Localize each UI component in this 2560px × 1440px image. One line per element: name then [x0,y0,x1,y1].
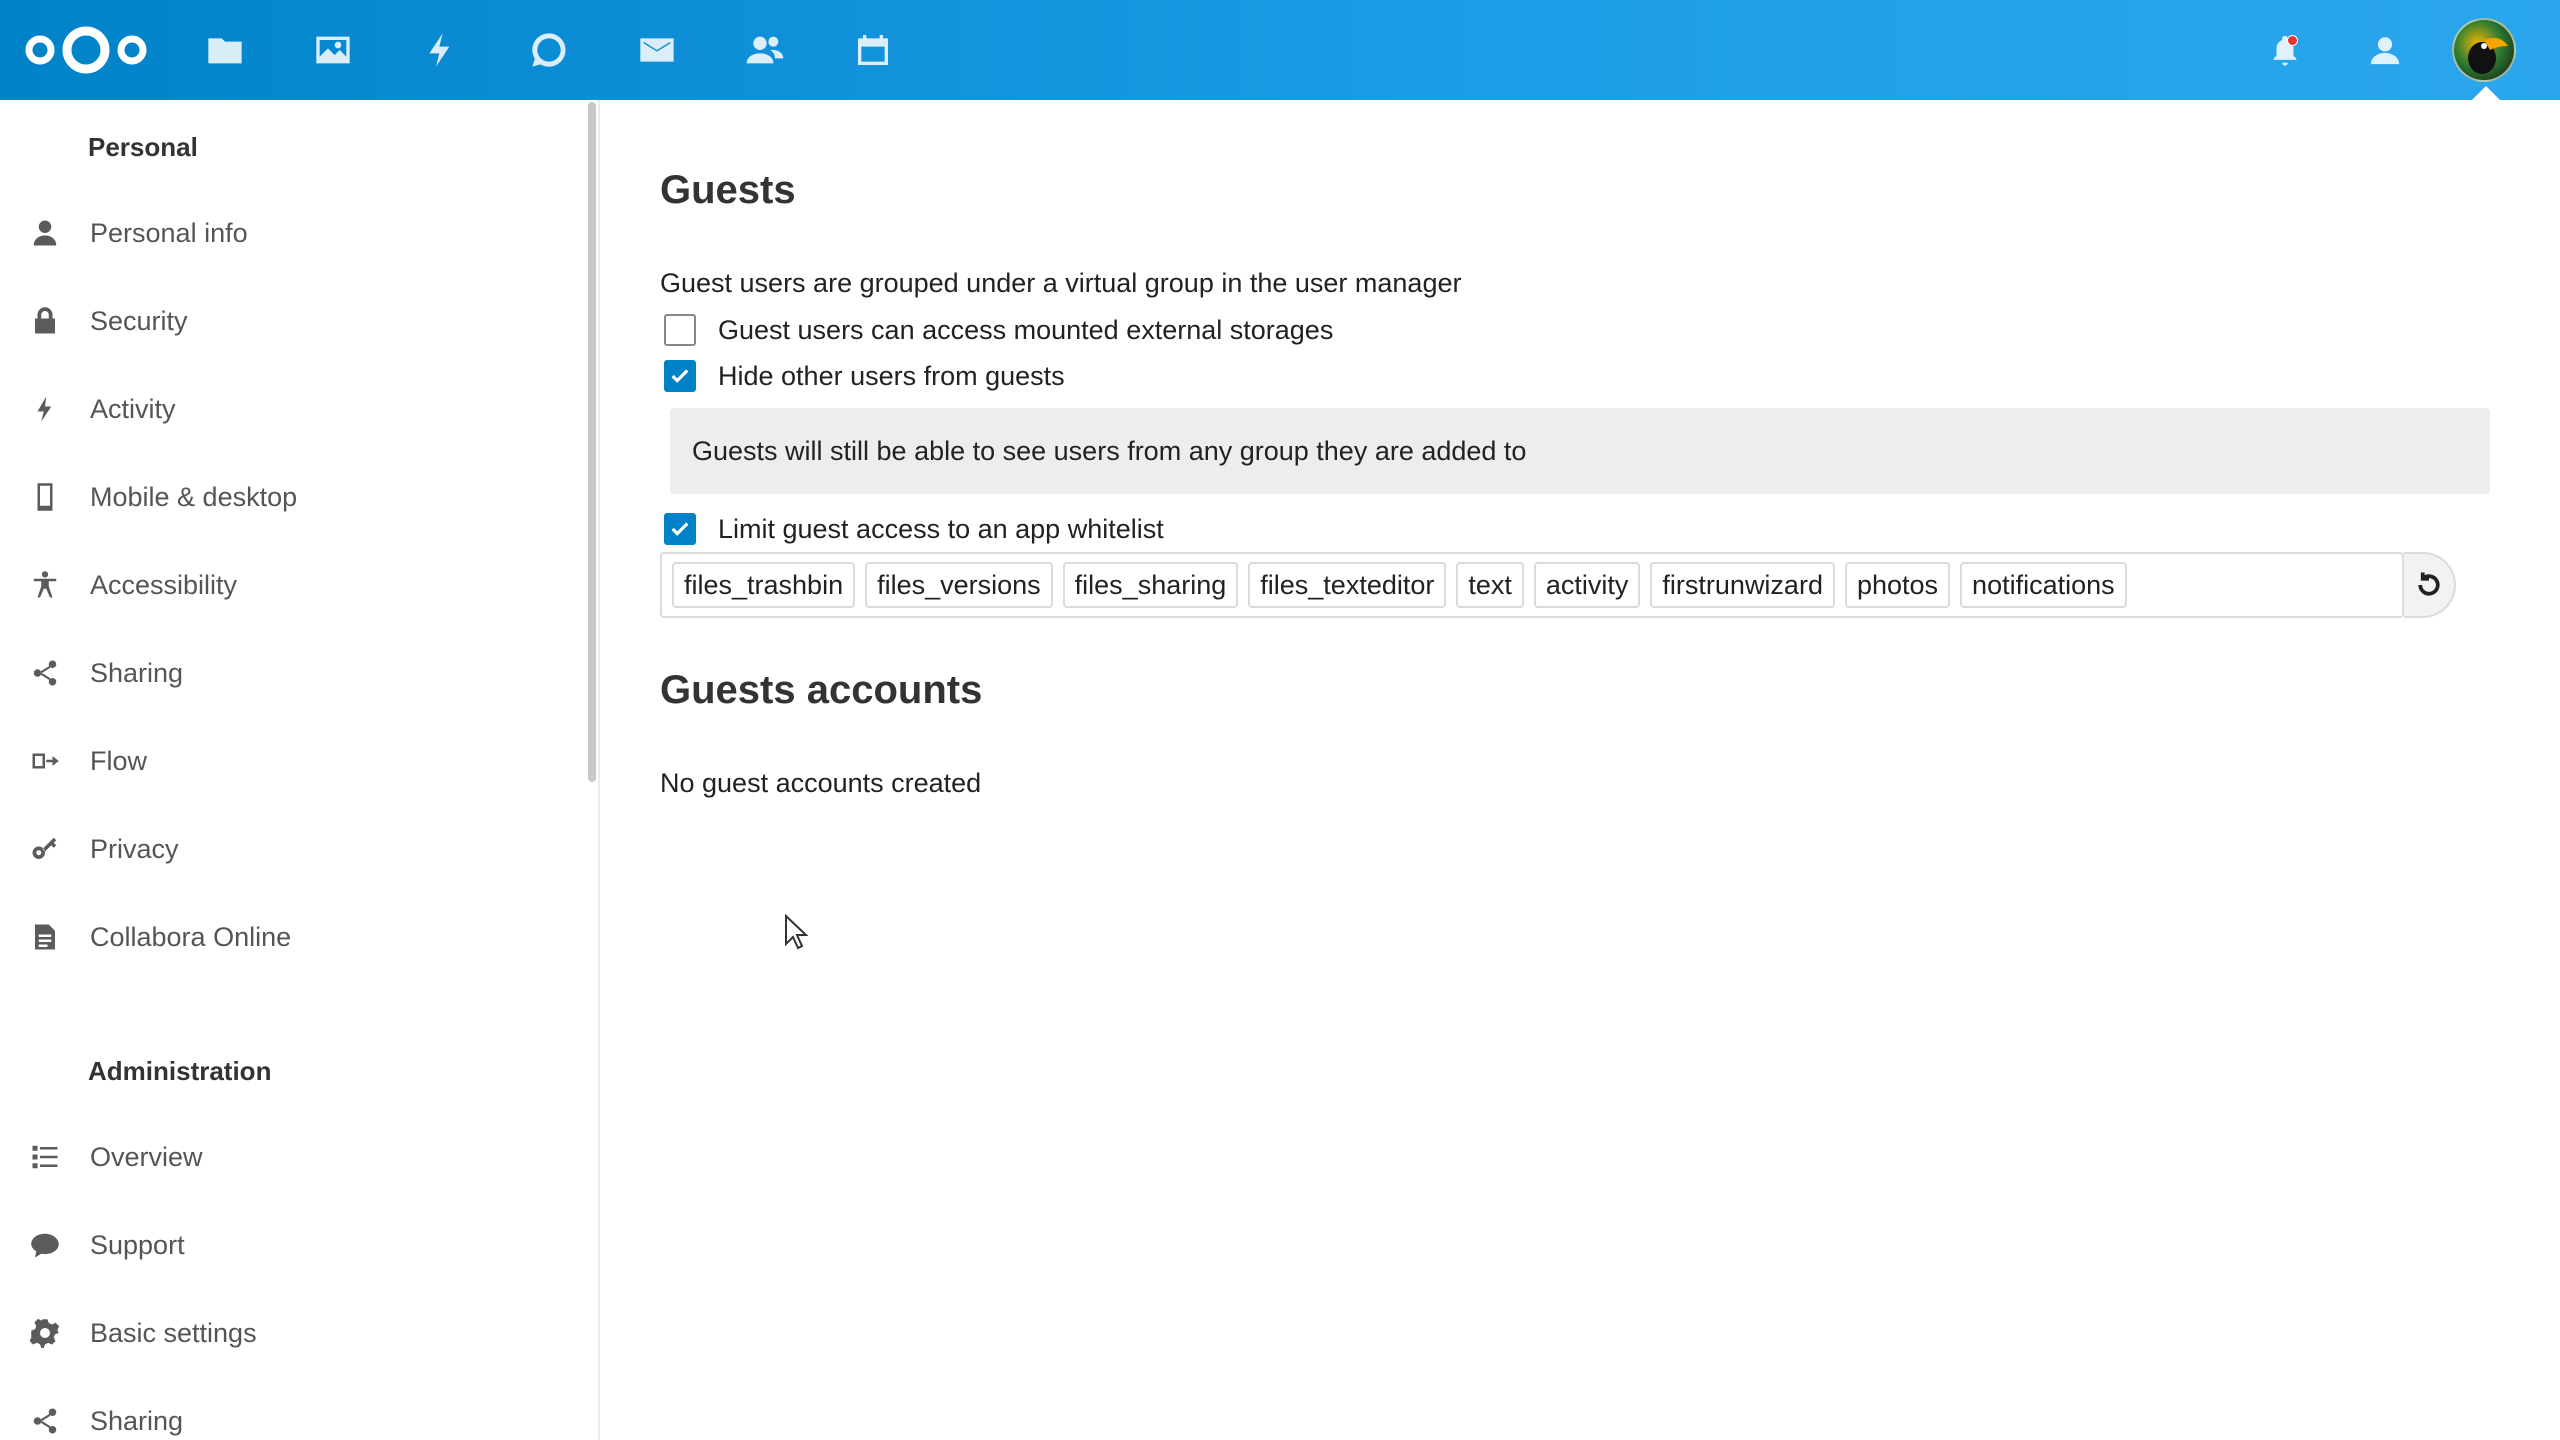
whitelist-tag[interactable]: firstrunwizard [1650,562,1835,608]
list-icon [0,1142,90,1172]
external-storage-checkbox[interactable] [664,314,696,346]
sidebar-item-security[interactable]: Security [0,281,580,361]
personal-heading: Personal [88,132,198,162]
mouse-pointer-icon [785,914,808,950]
sidebar-item-label: Activity [90,393,176,424]
contacts-icon[interactable] [740,25,790,75]
whitelist-tag[interactable]: activity [1533,562,1641,608]
key-icon [0,834,90,864]
sidebar-item-support[interactable]: Support [0,1205,580,1285]
flow-icon [0,746,90,776]
no-guest-accounts-text: No guest accounts created [660,768,982,798]
sidebar-item-label: Privacy [90,833,179,864]
activity-icon[interactable] [416,25,466,75]
sidebar-item-label: Flow [90,745,148,776]
sidebar-item-flow[interactable]: Flow [0,721,580,801]
external-storage-label: Guest users can access mounted external … [718,314,1334,345]
sidebar-item-label: Basic settings [90,1317,257,1348]
whitelist-tag[interactable]: notifications [1960,562,2127,608]
hide-users-checkbox[interactable] [664,360,696,392]
share-icon [0,658,90,688]
files-icon[interactable] [200,25,250,75]
hide-users-label: Hide other users from guests [718,360,1065,391]
app-whitelist-input[interactable]: files_trashbin files_versions files_shar… [660,552,2404,618]
top-header [0,0,2560,100]
administration-heading: Administration [88,1056,272,1086]
accessibility-icon [0,570,90,600]
guests-title: Guests [660,168,796,212]
sidebar-item-basic-settings[interactable]: Basic settings [0,1293,580,1373]
reset-whitelist-button[interactable] [2404,552,2456,618]
whitelist-tag[interactable]: files_texteditor [1248,562,1447,608]
sidebar-item-label: Sharing [90,1405,184,1436]
guests-description: Guest users are grouped under a virtual … [660,268,1462,298]
app-whitelist-label: Limit guest access to an app whitelist [718,513,1164,544]
notifications-bell-icon[interactable] [2260,25,2310,75]
sidebar-item-collabora-online[interactable]: Collabora Online [0,897,580,977]
gear-icon [0,1318,90,1348]
checkmark-icon [671,369,689,383]
nextcloud-logo[interactable] [22,22,150,78]
sidebar-item-accessibility[interactable]: Accessibility [0,545,580,625]
document-icon [0,922,90,952]
chat-bubble-icon [0,1230,90,1260]
sidebar-item-label: Personal info [90,217,248,248]
external-storage-option[interactable]: Guest users can access mounted external … [664,312,1333,348]
photos-icon[interactable] [308,25,358,75]
hide-users-option[interactable]: Hide other users from guests [664,358,1065,394]
user-avatar[interactable] [2452,18,2516,82]
whitelist-tag[interactable]: text [1456,562,1524,608]
share-icon [0,1406,90,1436]
sidebar-item-privacy[interactable]: Privacy [0,809,580,889]
phone-icon [0,482,90,512]
mail-icon[interactable] [632,25,682,75]
reset-icon [2418,572,2440,596]
guest-accounts-title: Guests accounts [660,668,983,712]
sidebar-item-label: Overview [90,1141,203,1172]
user-icon [0,218,90,248]
sidebar-item-personal-info[interactable]: Personal info [0,193,580,273]
sidebar-item-label: Sharing [90,657,184,688]
sidebar-item-label: Mobile & desktop [90,481,298,512]
settings-sidebar: Personal Personal info Security Activity… [0,100,600,1440]
sidebar-item-overview[interactable]: Overview [0,1117,580,1197]
sidebar-item-label: Security [90,305,188,336]
lock-icon [0,306,90,336]
app-whitelist-checkbox[interactable] [664,513,696,545]
checkmark-icon [671,522,689,536]
whitelist-tag[interactable]: files_sharing [1062,562,1239,608]
sidebar-item-sharing[interactable]: Sharing [0,633,580,713]
calendar-icon[interactable] [848,25,898,75]
contacts-menu-icon[interactable] [2360,25,2410,75]
sidebar-item-admin-sharing[interactable]: Sharing [0,1381,580,1440]
menu-caret [2472,86,2500,100]
whitelist-tag[interactable]: files_trashbin [672,562,856,608]
talk-icon[interactable] [524,25,574,75]
whitelist-tag[interactable]: photos [1844,562,1951,608]
hide-users-notice: Guests will still be able to see users f… [670,408,2490,494]
lightning-icon [0,394,90,424]
whitelist-tag[interactable]: files_versions [865,562,1053,608]
sidebar-item-activity[interactable]: Activity [0,369,580,449]
sidebar-scrollbar[interactable] [588,102,596,782]
sidebar-item-label: Support [90,1229,185,1260]
sidebar-item-mobile-desktop[interactable]: Mobile & desktop [0,457,580,537]
notification-badge [2287,35,2298,46]
sidebar-item-label: Collabora Online [90,921,292,952]
app-whitelist-option[interactable]: Limit guest access to an app whitelist [664,511,1164,547]
guests-settings-panel: Guests Guest users are grouped under a v… [600,100,2560,1440]
sidebar-item-label: Accessibility [90,569,238,600]
